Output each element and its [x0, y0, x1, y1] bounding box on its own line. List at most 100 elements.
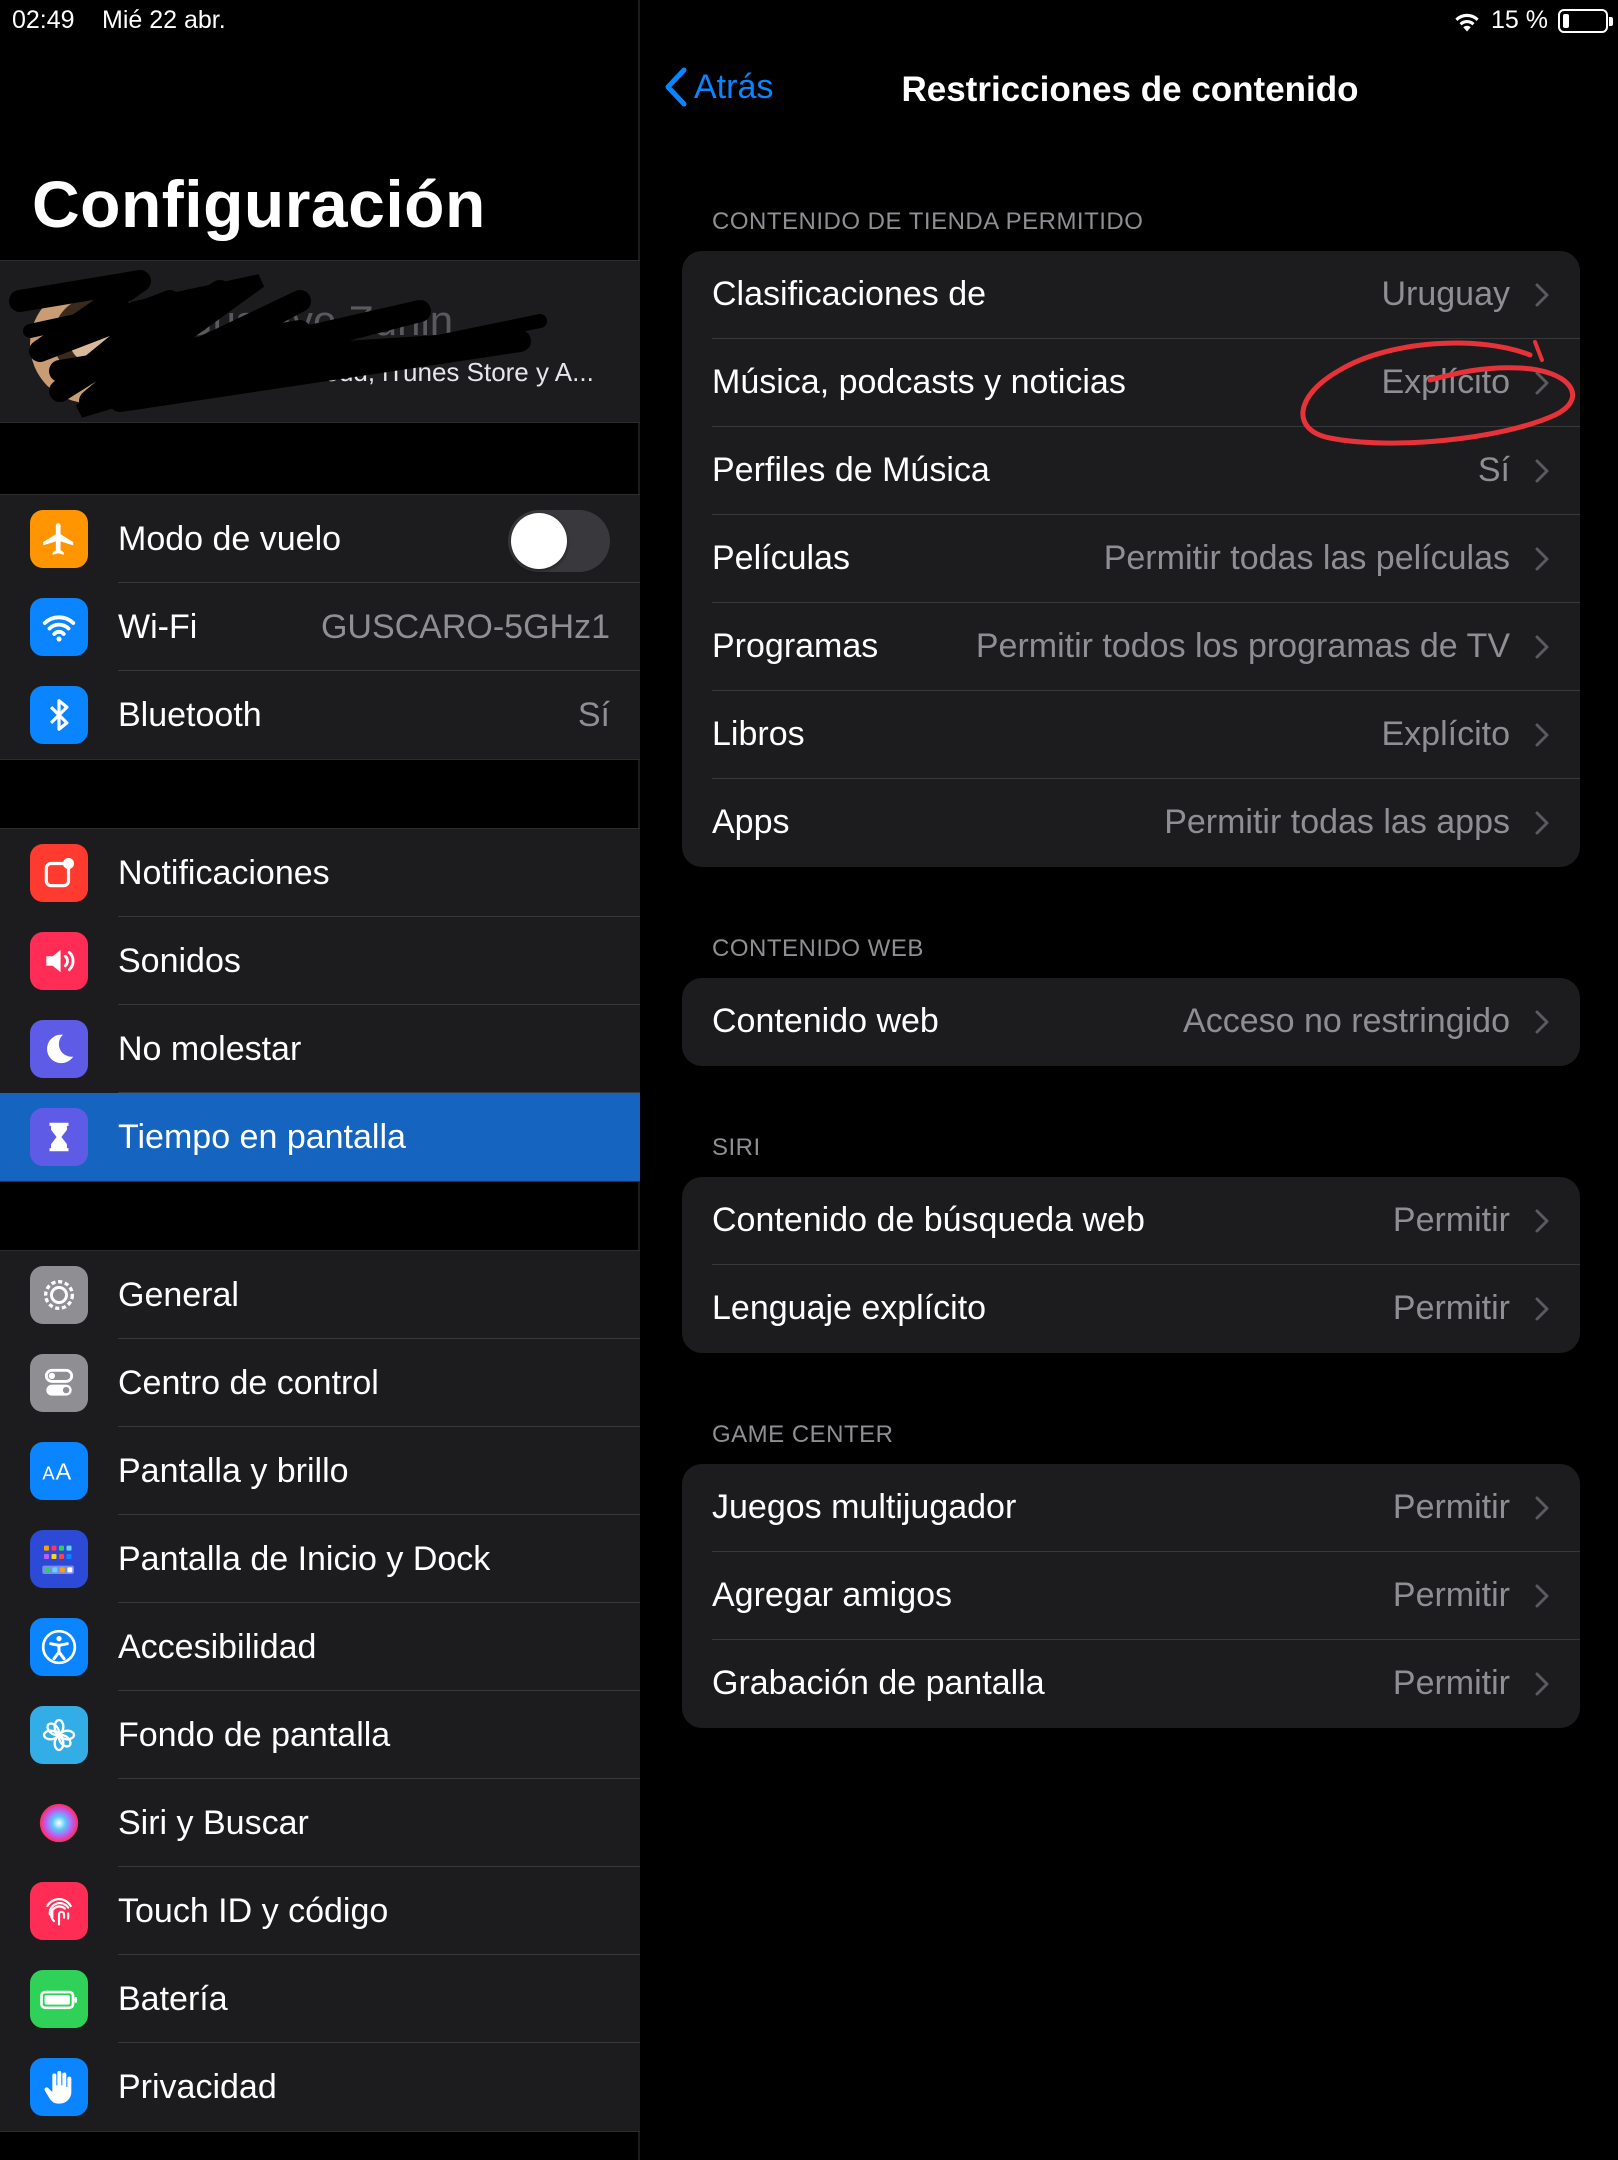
row-music-profiles[interactable]: Perfiles de Música Sí — [682, 427, 1580, 515]
sidebar-item-control-center[interactable]: Centro de control — [0, 1339, 640, 1427]
sidebar-item-display-brightness[interactable]: AA Pantalla y brillo — [0, 1427, 640, 1515]
sidebar-item-label: No molestar — [118, 1029, 302, 1068]
sidebar-item-screen-time[interactable]: Tiempo en pantalla — [0, 1093, 640, 1181]
row-value: Sí — [1477, 451, 1510, 489]
row-label: Libros — [712, 715, 805, 753]
row-value: Permitir todos los programas de TV — [975, 627, 1510, 665]
sidebar-item-label: Centro de control — [118, 1363, 379, 1402]
chevron-right-icon — [1535, 1496, 1549, 1520]
chevron-right-icon — [1535, 1297, 1549, 1321]
airplane-mode-toggle[interactable] — [508, 510, 610, 572]
row-tv-shows[interactable]: Programas Permitir todos los programas d… — [682, 603, 1580, 691]
row-label: Contenido de búsqueda web — [712, 1201, 1145, 1239]
row-value: Permitir — [1392, 1576, 1510, 1614]
sidebar-item-do-not-disturb[interactable]: No molestar — [0, 1005, 640, 1093]
status-bar: 02:49 Mié 22 abr. 15 % — [0, 0, 1618, 40]
switches-icon — [30, 1354, 88, 1412]
sidebar-item-label: Privacidad — [118, 2067, 277, 2106]
sidebar-item-bluetooth[interactable]: Bluetooth Sí — [0, 671, 640, 759]
row-books[interactable]: Libros Explícito — [682, 691, 1580, 779]
row-label: Películas — [712, 539, 850, 577]
sidebar-item-home-screen-dock[interactable]: Pantalla de Inicio y Dock — [0, 1515, 640, 1603]
row-label: Agregar amigos — [712, 1576, 953, 1614]
status-time: 02:49 — [12, 6, 75, 34]
sidebar-item-label: Wi-Fi — [118, 607, 198, 646]
text-size-icon: AA — [30, 1442, 88, 1500]
sidebar-item-accessibility[interactable]: Accesibilidad — [0, 1603, 640, 1691]
speaker-icon — [30, 932, 88, 990]
sidebar-item-general[interactable]: General — [0, 1251, 640, 1339]
sidebar-item-battery[interactable]: Batería — [0, 1955, 640, 2043]
settings-sidebar: Configuración Gustavo Zunin Apple ID, iC… — [0, 0, 640, 2160]
chevron-right-icon — [1535, 1672, 1549, 1696]
sidebar-item-privacy[interactable]: Privacidad — [0, 2043, 640, 2131]
row-label: Grabación de pantalla — [712, 1664, 1045, 1702]
row-apps[interactable]: Apps Permitir todas las apps — [682, 779, 1580, 867]
row-label: Juegos multijugador — [712, 1488, 1017, 1526]
avatar — [30, 285, 148, 403]
sidebar-item-wallpaper[interactable]: Fondo de pantalla — [0, 1691, 640, 1779]
status-date: Mié 22 abr. — [102, 6, 226, 34]
siri-card: Contenido de búsqueda web Permitir Lengu… — [682, 1177, 1580, 1353]
sidebar-item-label: Accesibilidad — [118, 1627, 317, 1666]
chevron-right-icon — [1535, 283, 1549, 307]
section-header-game-center: GAME CENTER — [712, 1421, 894, 1448]
chevron-right-icon — [1535, 547, 1549, 571]
chevron-right-icon — [1535, 635, 1549, 659]
row-ratings-country[interactable]: Clasificaciones de Uruguay — [682, 251, 1580, 339]
row-value: Explícito — [1381, 715, 1511, 753]
page-title: Restricciones de contenido — [901, 70, 1359, 109]
row-value: Permitir todas las apps — [1164, 803, 1510, 841]
wifi-network-value: GUSCARO-5GHz1 — [320, 607, 610, 646]
chevron-right-icon — [1535, 1584, 1549, 1608]
chevron-right-icon — [1535, 723, 1549, 747]
sidebar-item-wifi[interactable]: Wi-Fi GUSCARO-5GHz1 — [0, 583, 640, 671]
sidebar-item-label: Siri y Buscar — [118, 1803, 309, 1842]
row-value: Permitir — [1392, 1488, 1510, 1526]
sidebar-item-label: Bluetooth — [118, 695, 262, 734]
chevron-right-icon — [1535, 1209, 1549, 1233]
chevron-right-icon — [1535, 459, 1549, 483]
siri-icon — [30, 1794, 88, 1852]
chevron-right-icon — [1535, 811, 1549, 835]
sidebar-item-notifications[interactable]: Notificaciones — [0, 829, 640, 917]
notifications-icon — [30, 844, 88, 902]
row-multiplayer-games[interactable]: Juegos multijugador Permitir — [682, 1464, 1580, 1552]
sidebar-item-label: Pantalla y brillo — [118, 1451, 349, 1490]
sidebar-item-siri-search[interactable]: Siri y Buscar — [0, 1779, 640, 1867]
row-screen-recording[interactable]: Grabación de pantalla Permitir — [682, 1640, 1580, 1728]
row-value: Acceso no restringido — [1183, 1002, 1510, 1040]
web-content-card: Contenido web Acceso no restringido — [682, 978, 1580, 1066]
notifications-group: Notificaciones Sonidos No molestar Tiemp… — [0, 828, 640, 1182]
svg-text:A: A — [42, 1462, 55, 1483]
row-label: Perfiles de Música — [712, 451, 990, 489]
flower-icon — [30, 1706, 88, 1764]
accessibility-icon — [30, 1618, 88, 1676]
row-explicit-language[interactable]: Lenguaje explícito Permitir — [682, 1265, 1580, 1353]
profile-name: Gustavo Zunin — [180, 297, 454, 344]
row-value: Permitir todas las películas — [1103, 539, 1510, 577]
wifi-icon — [30, 598, 88, 656]
sidebar-item-touch-id[interactable]: Touch ID y código — [0, 1867, 640, 1955]
section-header-web-content: CONTENIDO WEB — [712, 935, 924, 962]
battery-status-icon — [1558, 8, 1613, 33]
row-web-search-content[interactable]: Contenido de búsqueda web Permitir — [682, 1177, 1580, 1265]
connectivity-group: Modo de vuelo Wi-Fi GUSCARO-5GHz1 Blueto… — [0, 494, 640, 760]
sidebar-item-sounds[interactable]: Sonidos — [0, 917, 640, 1005]
row-value: Uruguay — [1381, 275, 1510, 313]
game-center-card: Juegos multijugador Permitir Agregar ami… — [682, 1464, 1580, 1728]
status-indicators: 15 % — [1453, 6, 1613, 35]
row-web-content[interactable]: Contenido web Acceso no restringido — [682, 978, 1580, 1066]
apple-id-profile-row[interactable]: Gustavo Zunin Apple ID, iCloud, iTunes S… — [0, 260, 640, 423]
sidebar-item-label: Touch ID y código — [118, 1891, 389, 1930]
sidebar-item-label: Batería — [118, 1979, 228, 2018]
row-label: Programas — [712, 627, 879, 665]
sidebar-item-airplane-mode[interactable]: Modo de vuelo — [0, 495, 640, 583]
row-movies[interactable]: Películas Permitir todas las películas — [682, 515, 1580, 603]
row-add-friends[interactable]: Agregar amigos Permitir — [682, 1552, 1580, 1640]
sidebar-item-label: Tiempo en pantalla — [118, 1117, 406, 1156]
row-music-podcasts-news[interactable]: Música, podcasts y noticias Explícito — [682, 339, 1580, 427]
battery-icon — [30, 1970, 88, 2028]
row-label: Clasificaciones de — [712, 275, 987, 313]
row-label: Apps — [712, 803, 790, 841]
